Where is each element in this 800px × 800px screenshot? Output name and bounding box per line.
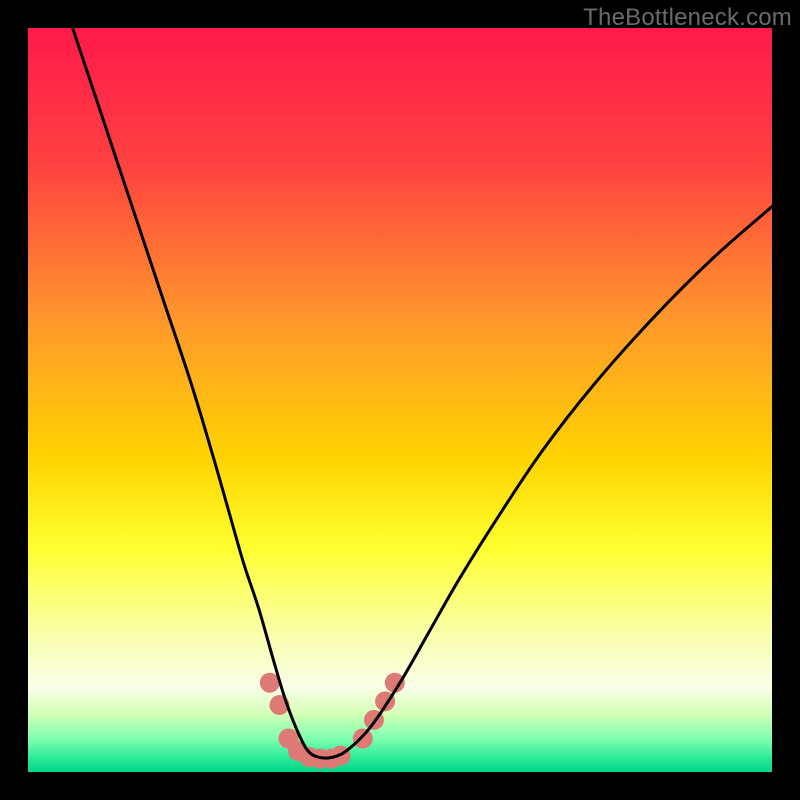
highlight-dot: [353, 729, 373, 749]
chart-svg: [28, 28, 772, 772]
gradient-background: [28, 28, 772, 772]
outer-frame: TheBottleneck.com: [0, 0, 800, 800]
plot-area: [28, 28, 772, 772]
watermark-text: TheBottleneck.com: [583, 4, 792, 32]
